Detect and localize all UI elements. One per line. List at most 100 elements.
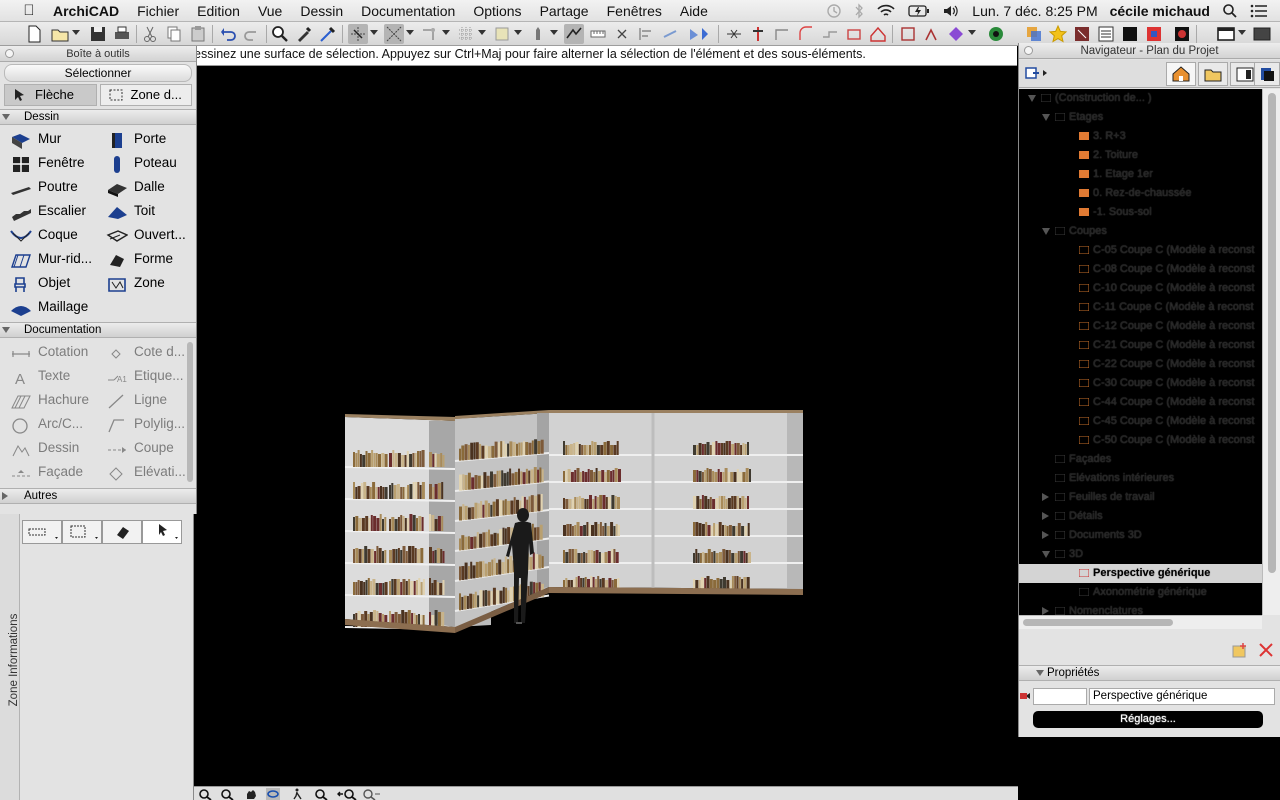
tree-item[interactable]: 0. Rez-de-chaussée (1019, 184, 1262, 203)
marquee-shape-button[interactable] (62, 520, 102, 544)
properties-header[interactable]: Propriétés (1019, 665, 1280, 681)
marquee-tool[interactable]: Zone d... (99, 84, 192, 106)
window-dark-icon[interactable] (1120, 24, 1140, 44)
undo-icon[interactable] (218, 24, 238, 44)
bluetooth-icon[interactable] (854, 3, 864, 19)
tool-interior-elevation[interactable]: Elévati... (102, 461, 196, 485)
disclosure-right-icon[interactable] (1042, 607, 1049, 615)
syringe-icon[interactable] (318, 24, 338, 44)
clock[interactable]: Lun. 7 déc. 8:25 PM (972, 3, 1097, 19)
tool-zone[interactable]: Zone (102, 272, 198, 296)
tree-item[interactable]: Nomenclatures (1019, 602, 1262, 615)
navigator-title-bar[interactable]: Navigateur - Plan du Projet (1019, 43, 1280, 59)
delete-icon[interactable] (1257, 641, 1275, 659)
notification-center-icon[interactable] (1250, 4, 1268, 18)
info-box-handle[interactable]: Zone Informations (0, 514, 20, 800)
new-view-icon[interactable] (1231, 641, 1249, 659)
menu-partage[interactable]: Partage (531, 3, 598, 19)
tree-item[interactable]: C-44 Coupe C (Modèle à reconst (1019, 393, 1262, 412)
tree-item[interactable]: C-05 Coupe C (Modèle à reconst (1019, 241, 1262, 260)
tool-line[interactable]: Ligne (102, 389, 196, 413)
intersect-icon[interactable] (772, 24, 792, 44)
battery-icon[interactable] (908, 4, 930, 18)
tool-object-chair[interactable]: Objet (6, 272, 102, 296)
eyedropper-icon[interactable] (294, 24, 314, 44)
find-select-icon[interactable] (270, 24, 290, 44)
menu-fichier[interactable]: Fichier (128, 3, 188, 19)
library-icon[interactable] (1072, 24, 1092, 44)
volume-icon[interactable] (942, 4, 960, 18)
new-document-icon[interactable] (24, 24, 44, 44)
layers-icon[interactable] (492, 24, 512, 44)
menu-edition[interactable]: Edition (188, 3, 249, 19)
toolbox-title-bar[interactable]: Boîte à outils (0, 46, 196, 62)
globe-icon[interactable] (986, 24, 1006, 44)
tool-dimension[interactable]: Cotation (6, 341, 102, 365)
render-icon[interactable] (1172, 24, 1192, 44)
tab-project-map[interactable] (1166, 62, 1196, 86)
tool-mesh[interactable]: Maillage (6, 296, 102, 320)
tool-curtain-wall[interactable]: Mur-rid... (6, 248, 102, 272)
tool-drawing[interactable]: Dessin (6, 437, 102, 461)
window-switch-icon[interactable] (1216, 24, 1236, 44)
disclosure-down-icon[interactable] (1042, 551, 1050, 558)
explore-walk-icon[interactable] (290, 788, 304, 800)
property-manager-icon[interactable] (1096, 24, 1116, 44)
tree-item[interactable]: C-12 Coupe C (Modèle à reconst (1019, 317, 1262, 336)
close-x-icon[interactable] (612, 24, 632, 44)
tree-item[interactable]: C-08 Coupe C (Modèle à reconst (1019, 260, 1262, 279)
wifi-icon[interactable] (876, 3, 896, 19)
category-dessin[interactable]: Dessin (0, 109, 196, 125)
tool-opening[interactable]: Ouvert... (102, 224, 198, 248)
tool-polyline[interactable]: Polylig... (102, 413, 196, 437)
paste-icon[interactable] (188, 24, 208, 44)
arrow-tool[interactable]: Flèche (4, 84, 97, 106)
layer-stack-icon[interactable] (1024, 24, 1044, 44)
tool-morph[interactable]: Forme (102, 248, 198, 272)
align-left-icon[interactable] (636, 24, 656, 44)
tree-item[interactable]: C-11 Coupe C (Modèle à reconst (1019, 298, 1262, 317)
project-tree-vertical-scrollbar[interactable] (1262, 89, 1280, 615)
save-icon[interactable] (88, 24, 108, 44)
disclosure-down-icon[interactable] (1028, 95, 1036, 102)
disclosure-down-icon[interactable] (1042, 228, 1050, 235)
project-tree-horizontal-scrollbar[interactable] (1019, 615, 1262, 629)
disclosure-down-icon[interactable] (1042, 114, 1050, 121)
menu-app-name[interactable]: ArchiCAD (44, 3, 128, 19)
menu-documentation[interactable]: Documentation (352, 3, 464, 19)
palettes-icon[interactable] (1144, 24, 1164, 44)
disclosure-right-icon[interactable] (1042, 512, 1049, 520)
tool-shell[interactable]: Coque (6, 224, 102, 248)
view-id-field[interactable] (1033, 688, 1087, 705)
tree-item[interactable]: Axonométrie générique (1019, 583, 1262, 602)
zoom-previous-icon[interactable] (336, 788, 358, 800)
roof-trim-icon[interactable] (868, 24, 888, 44)
teamwork-icon[interactable] (946, 24, 966, 44)
gravity-snap-icon[interactable] (348, 24, 368, 44)
redo-icon[interactable] (242, 24, 262, 44)
3d-viewport[interactable] (197, 67, 1018, 787)
zoom-in-icon[interactable] (198, 788, 212, 800)
apple-icon[interactable]:  (18, 2, 40, 19)
disclosure-right-icon[interactable] (1042, 493, 1049, 501)
menu-aide[interactable]: Aide (671, 3, 717, 19)
tree-item[interactable]: Elévations intérieures (1019, 469, 1262, 488)
favorites-star-icon[interactable] (1048, 24, 1068, 44)
zoom-next-icon[interactable] (360, 788, 382, 800)
toolbox-scrollbar[interactable] (187, 342, 193, 482)
tree-item[interactable]: C-30 Coupe C (Modèle à reconst (1019, 374, 1262, 393)
fit-in-window-icon[interactable] (314, 788, 328, 800)
spotlight-search-icon[interactable] (1222, 3, 1238, 19)
tab-publisher-sets[interactable] (1254, 62, 1280, 86)
category-autres[interactable]: Autres (0, 488, 196, 504)
cursor-snap-icon[interactable] (420, 24, 440, 44)
menu-fenetres[interactable]: Fenêtres (598, 3, 671, 19)
user-name[interactable]: cécile michaud (1110, 3, 1210, 19)
orbit-icon[interactable] (266, 788, 280, 800)
tree-item-selected[interactable]: Perspective générique (1019, 564, 1262, 583)
tree-item[interactable]: 3D (1019, 545, 1262, 564)
tool-fill[interactable]: Hachure (6, 389, 102, 413)
tree-item[interactable]: (Construction de... ) (1019, 89, 1262, 108)
cut-icon[interactable] (140, 24, 160, 44)
time-machine-icon[interactable] (826, 3, 842, 19)
